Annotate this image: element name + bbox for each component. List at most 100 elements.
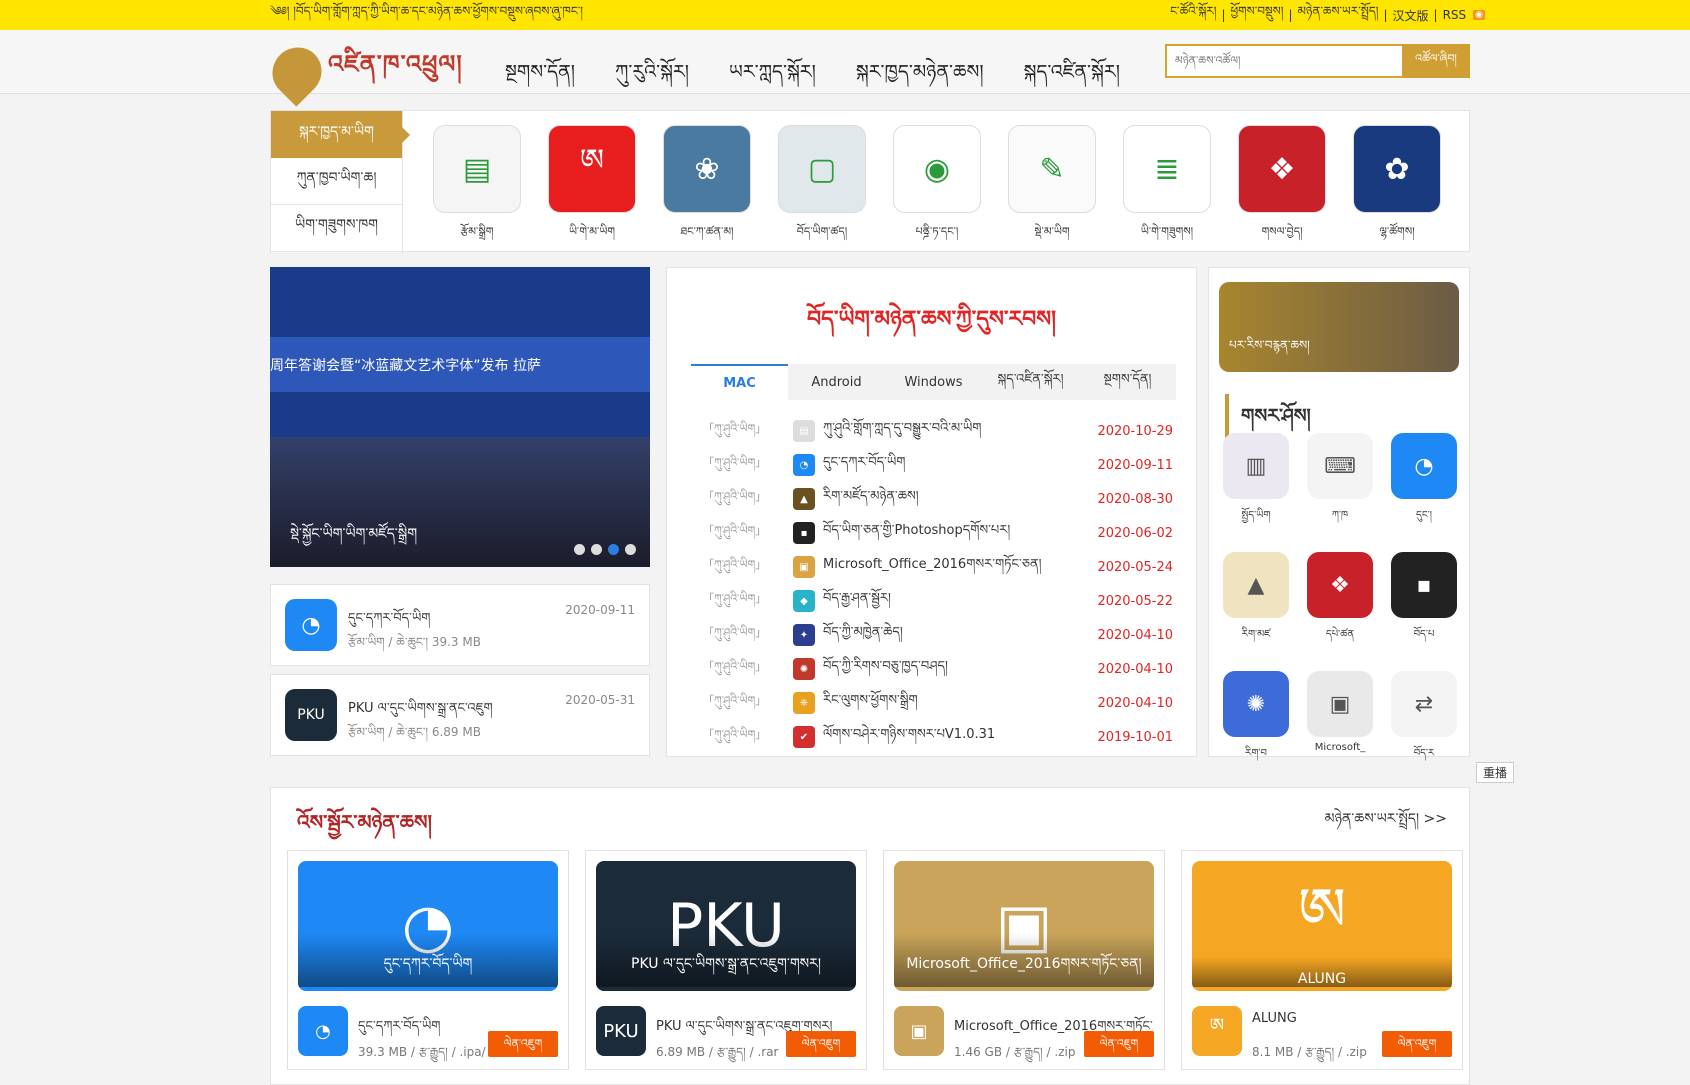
- category-icon-label: ཡི་གེ་གཟུགས།: [1140, 225, 1194, 238]
- list-item[interactable]: 「ཀུ་ཤུའི་ཡིག」 ✦ བོད་ཀྱི་མཁྱེན་ཆེད། 2020-04-…: [703, 618, 1173, 652]
- category-icon-item[interactable]: ❀ ཐང་ཀ་ཚན་མ།: [663, 125, 751, 250]
- knot-icon: ✺: [1223, 671, 1289, 737]
- nav-item-4[interactable]: སྐར་ཁྱད་མཉེན་ཆས།: [856, 50, 984, 104]
- panel-title: བོད་ཡིག་མཉེན་ཆས་ཀྱི་དུས་རབས།: [806, 307, 1057, 332]
- nav-item-2[interactable]: ཀུ་རུའི་སྐོར།: [615, 50, 689, 104]
- latest-item[interactable]: ⇄ བོད་ར: [1389, 671, 1459, 770]
- category-tab-2[interactable]: ཀུན་ཁྱབ་ཡིག་ཆ།: [271, 158, 402, 205]
- latest-item[interactable]: ✺ རིག་བ: [1221, 671, 1291, 770]
- mini-card-meta: རྩོམ་ཡིག / ཆེ་ཆུང་། 6.89 MB: [348, 725, 481, 739]
- top-link-upload[interactable]: མཉེན་ཆས་ཡར་སྤྲོད།: [1298, 0, 1379, 32]
- download-button[interactable]: ལེན་འཇུག: [1382, 1031, 1452, 1057]
- photo-caption: པར་རིས་བརྙན་ཆས།: [1229, 338, 1310, 352]
- rigdzod-icon: ▲: [1223, 552, 1289, 618]
- row-category: 「ཀུ་ཤུའི་ཡིག」: [703, 727, 767, 741]
- list-item[interactable]: 「ཀུ་ཤུའི་ཡིག」 ✔ ལོགས་བཤེར་གཉིས་གསར་པV1.0.3…: [703, 720, 1173, 754]
- banner-dots: [574, 544, 636, 555]
- slider-dot[interactable]: [591, 544, 602, 555]
- latest-grid: ▥ སྤྱོད་ཡིག ⌨ ཀ་ཁ ◔ དུང་། ▲ རིག་མཛ ❖ དཔེ་ཚན ▪ བོད་པ…: [1221, 433, 1459, 770]
- latest-item[interactable]: ▲ རིག་མཛ: [1221, 552, 1291, 651]
- category-icon-item[interactable]: ❖ གསལ་བྱེད།: [1238, 125, 1326, 250]
- featured-name: ALUNG: [1252, 1011, 1297, 1026]
- tab-mac[interactable]: MAC: [691, 364, 788, 400]
- top-link-collection[interactable]: ཕྱོགས་བསྡུས།: [1230, 0, 1283, 32]
- featured-image: PKU PKU ལ་དུང་ཡིགས་སྒྲ་ནང་འཇུག་གསར།: [596, 861, 856, 991]
- list-item[interactable]: 「ཀུ་ཤུའི་ཡིག」 ❈ རིང་ལུགས་ཕྱོགས་སྒྲིག 2020-0…: [703, 686, 1173, 720]
- mini-card-1[interactable]: ◔ དུང་དཀར་བོད་ཡིག 2020-09-11 རྩོམ་ཡིག / …: [270, 584, 650, 666]
- download-button[interactable]: ལེན་འཇུག: [786, 1031, 856, 1057]
- featured-image-label: དུང་དཀར་བོད་ཡིག: [298, 933, 558, 987]
- latest-item[interactable]: ⌨ ཀ་ཁ: [1305, 433, 1375, 532]
- category-icon-item[interactable]: ▢ བོད་ཡིག་ཚད།: [778, 125, 866, 250]
- latest-item[interactable]: ▪ བོད་པ: [1389, 552, 1459, 651]
- top-link-rss[interactable]: RSS: [1443, 8, 1467, 22]
- mini-card-date: 2020-09-11: [565, 603, 635, 617]
- app-icon: ✺: [793, 658, 815, 680]
- featured-meta: 1.46 GB / རྩ་རྒྱུད། / .zip: [954, 1045, 1076, 1059]
- app-icon: ✦: [793, 624, 815, 646]
- shell-icon: ◔: [1391, 433, 1457, 499]
- featured-card[interactable]: PKU PKU ལ་དུང་ཡིགས་སྒྲ་ནང་འཇུག་གསར། PKU PKU…: [585, 850, 867, 1070]
- top-link-chinese[interactable]: 汉文版: [1393, 7, 1429, 24]
- row-category: 「ཀུ་ཤུའི་ཡིག」: [703, 693, 767, 707]
- banner-slider[interactable]: 周年答谢会暨“冰蓝藏文艺术字体”发布 拉萨 སྡེ་སྐྱོང་ཡིག་ཡིག་…: [270, 267, 650, 567]
- list-item[interactable]: 「ཀུ་ཤུའི་ཡིག」 ▲ རིག་མཛོད་མཉེན་ཆས། 2020-08-3…: [703, 482, 1173, 516]
- category-icon-item[interactable]: ✎ སྡེ་མ་ཡིག: [1008, 125, 1096, 250]
- category-icon-label: ཐང་ཀ་ཚན་མ།: [680, 225, 734, 238]
- list-item[interactable]: 「ཀུ་ཤུའི་ཡིག」 ▣ Microsoft_Office_2016གསར་ག…: [703, 550, 1173, 584]
- tab-4[interactable]: སྐད་འཛིན་སྐོར།: [982, 364, 1079, 400]
- category-icon-item[interactable]: ✿ ལྷ་ཚོགས།: [1353, 125, 1441, 250]
- text-icon: ≣: [1123, 125, 1211, 213]
- list-item[interactable]: 「ཀུ་ཤུའི་ཡིག」 ✺ བོད་ཀྱི་རིགས་བཅུ་ཁྱད་བཤད། 2…: [703, 652, 1173, 686]
- tab-5[interactable]: སྔགས་དོན།: [1079, 364, 1176, 400]
- row-date: 2020-08-30: [1097, 491, 1173, 507]
- search-input[interactable]: [1165, 44, 1402, 78]
- more-link[interactable]: མཉེན་ཆས་ཡར་སྤྲོད། >>: [1325, 802, 1447, 842]
- list-item[interactable]: 「ཀུ་ཤུའི་ཡིག」 ◆ བོད་རྒྱ་ཤན་སྦྱོར། 2020-05-2…: [703, 584, 1173, 618]
- row-category: 「ཀུ་ཤུའི་ཡིག」: [703, 489, 767, 503]
- list-item[interactable]: 「ཀུ་ཤུའི་ཡིག」 ▪ བོད་ཡིག་ཅན་གྱི་Photoshopདག…: [703, 516, 1173, 550]
- row-category: 「ཀུ་ཤུའི་ཡིག」: [703, 625, 767, 639]
- top-link-about[interactable]: ང་ཚོའི་སྐོར།: [1170, 0, 1216, 32]
- pku-icon: PKU: [596, 1006, 646, 1056]
- replay-button[interactable]: 重播: [1476, 762, 1515, 783]
- search-button[interactable]: འཚོལ་ཞིབ།: [1402, 44, 1470, 78]
- app-icon: ▲: [793, 488, 815, 510]
- search-box: འཚོལ་ཞིབ།: [1165, 44, 1470, 78]
- category-icon-item[interactable]: ◉ པནྜི་ཏ་དང་།: [893, 125, 981, 250]
- nav-item-1[interactable]: སྔགས་དོན།: [505, 50, 575, 104]
- latest-item[interactable]: ◔ དུང་།: [1389, 433, 1459, 532]
- category-icon-item[interactable]: ▤ རྩོམ་སྒྲིག: [433, 125, 521, 250]
- slider-dot-active[interactable]: [608, 544, 619, 555]
- latest-item-label: ཀ་ཁ: [1331, 510, 1349, 521]
- latest-item[interactable]: ▥ སྤྱོད་ཡིག: [1221, 433, 1291, 532]
- category-icon-item[interactable]: ཨ ཡི་གེ་མ་ཡིག: [548, 125, 636, 250]
- rss-icon[interactable]: ◉: [1473, 10, 1485, 20]
- site-logo[interactable]: འཛིན་ཁ་འཕྲུལ།: [262, 36, 463, 107]
- category-tab-3[interactable]: ཡིག་གཟུགས་ཁག: [271, 205, 402, 252]
- download-button[interactable]: ལེན་འཇུག: [1084, 1031, 1154, 1057]
- tab-android[interactable]: Android: [788, 364, 885, 400]
- latest-item-label: སྤྱོད་ཡིག: [1241, 510, 1271, 521]
- category-icon-item[interactable]: ≣ ཡི་གེ་གཟུགས།: [1123, 125, 1211, 250]
- tab-windows[interactable]: Windows: [885, 364, 982, 400]
- slider-dot[interactable]: [625, 544, 636, 555]
- list-item[interactable]: 「ཀུ་ཤུའི་ཡིག」 ◔ དུང་དཀར་བོད་ཡིག 2020-09-11: [703, 448, 1173, 482]
- bandita-icon: ◉: [893, 125, 981, 213]
- featured-cards: ◔ དུང་དཀར་བོད་ཡིག ◔ དུང་དཀར་བོད་ཡིག 39.3 MB …: [287, 850, 1463, 1070]
- featured-card[interactable]: ▣ Microsoft_Office_2016གསར་གཏོང་ཅན། ▣ Micro…: [883, 850, 1165, 1070]
- mini-card-2[interactable]: PKU PKU ལ་དུང་ཡིགས་སྒྲ་ནང་འཇུག 2020-05-3…: [270, 674, 650, 756]
- category-tab-1[interactable]: སྐར་ཁྱད་མ་ཡིག: [271, 111, 410, 158]
- download-button[interactable]: ལེན་འཇུག: [488, 1031, 558, 1057]
- list-item[interactable]: 「ཀུ་ཤུའི་ཡིག」 ▤ ཀུ་ཤུའི་གློག་ཀླད་དུ་བསྒྱུར…: [703, 414, 1173, 448]
- nav-item-5[interactable]: སྐད་འཛིན་སྐོར།: [1024, 50, 1120, 104]
- portrait-image[interactable]: པར་རིས་བརྙན་ཆས།: [1219, 282, 1459, 372]
- featured-card[interactable]: ◔ དུང་དཀར་བོད་ཡིག ◔ དུང་དཀར་བོད་ཡིག 39.3 MB …: [287, 850, 569, 1070]
- slider-dot[interactable]: [574, 544, 585, 555]
- leaf-logo-icon: [262, 36, 332, 107]
- nav-item-3[interactable]: ཡར་ཀླད་སྐོར།: [729, 50, 816, 104]
- latest-item[interactable]: ❖ དཔེ་ཚན: [1305, 552, 1375, 651]
- featured-meta: 39.3 MB / རྩ་རྒྱུད། / .ipa/: [358, 1045, 486, 1059]
- featured-card[interactable]: ཨ ALUNG ཨ ALUNG 8.1 MB / རྩ་རྒྱུད། / .zip ལེན…: [1181, 850, 1463, 1070]
- latest-item[interactable]: ▣ Microsoft_: [1305, 671, 1375, 770]
